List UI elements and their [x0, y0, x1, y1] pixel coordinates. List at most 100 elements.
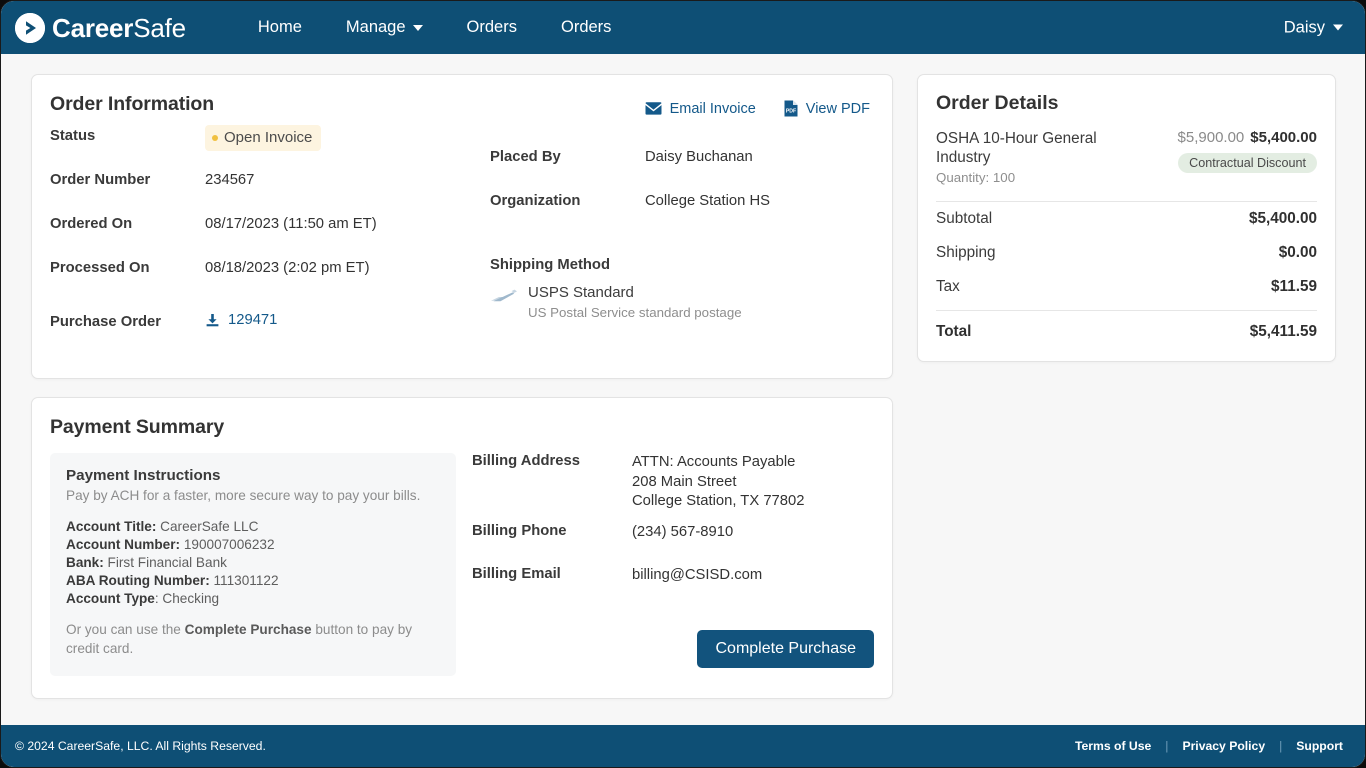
billing-information: Billing Address ATTN: Accounts Payable 2…	[456, 453, 874, 676]
payment-instructions-title: Payment Instructions	[66, 467, 440, 484]
ordered-on-label: Ordered On	[50, 214, 205, 232]
envelope-icon	[645, 102, 662, 115]
footer-link-support[interactable]: Support	[1296, 739, 1343, 753]
purchase-action-row: Complete Purchase	[472, 630, 874, 668]
purchase-order-download-link[interactable]: 129471	[205, 312, 277, 328]
bank-label: Bank:	[66, 555, 104, 570]
billing-email-value: billing@CSISD.com	[632, 566, 762, 586]
nav-label-orders-2: Orders	[561, 18, 611, 37]
billing-address-label: Billing Address	[472, 453, 632, 469]
footer-separator: |	[1165, 739, 1168, 753]
chevron-down-icon	[1333, 25, 1343, 31]
user-menu[interactable]: Daisy	[1284, 18, 1343, 37]
status-badge: Open Invoice	[205, 125, 321, 151]
order-line-item-info: OSHA 10-Hour General Industry Quantity: …	[936, 129, 1136, 185]
shipping-label: Shipping	[936, 244, 996, 262]
usps-eagle-icon	[490, 288, 518, 310]
order-number-value: 234567	[205, 170, 254, 191]
main-nav: Home Manage Orders Orders	[236, 12, 634, 43]
shipping-method-label: Shipping Method	[490, 257, 874, 273]
footer-link-privacy-policy[interactable]: Privacy Policy	[1182, 739, 1265, 753]
page-footer: © 2024 CareerSafe, LLC. All Rights Reser…	[1, 725, 1365, 767]
field-order-number: Order Number 234567	[50, 170, 490, 214]
shipping-amount: $0.00	[1279, 244, 1317, 262]
pdf-file-icon: PDF	[784, 100, 798, 117]
chevron-down-icon	[413, 25, 423, 31]
email-invoice-link[interactable]: Email Invoice	[645, 101, 756, 117]
order-line-item: OSHA 10-Hour General Industry Quantity: …	[936, 115, 1317, 202]
shipping-method-block: Shipping Method	[490, 257, 874, 320]
top-navigation-bar: CareerSafe Home Manage Orders Orders Dai…	[1, 1, 1365, 54]
logo-word-career: Career	[52, 13, 133, 43]
payment-instructions-panel: Payment Instructions Pay by ACH for a fa…	[50, 453, 456, 676]
field-purchase-order: Purchase Order 129471	[50, 312, 490, 356]
subtotal-row: Subtotal $5,400.00	[936, 202, 1317, 236]
payment-instructions-subtitle: Pay by ACH for a faster, more secure way…	[66, 487, 440, 506]
footer-link-terms-of-use[interactable]: Terms of Use	[1075, 739, 1151, 753]
field-ordered-on: Ordered On 08/17/2023 (11:50 am ET)	[50, 214, 490, 258]
shipping-method-value: USPS Standard US Postal Service standard…	[490, 284, 874, 320]
field-status: Status Open Invoice	[50, 126, 490, 170]
billing-address-value: ATTN: Accounts Payable 208 Main Street C…	[632, 453, 804, 512]
right-column: Order Details OSHA 10-Hour General Indus…	[917, 74, 1336, 362]
logo-wordmark: CareerSafe	[52, 15, 186, 41]
subtotal-label: Subtotal	[936, 210, 992, 228]
nav-item-orders-1[interactable]: Orders	[445, 12, 539, 43]
nav-item-orders-2[interactable]: Orders	[539, 12, 633, 43]
shipping-method-name: USPS Standard	[528, 284, 634, 301]
ordered-on-value: 08/17/2023 (11:50 am ET)	[205, 214, 377, 235]
view-pdf-label: View PDF	[806, 101, 870, 117]
billing-address-line-3: College Station, TX 77802	[632, 492, 804, 512]
download-icon	[205, 313, 220, 328]
contractual-discount-badge: Contractual Discount	[1178, 153, 1317, 173]
bank-value: First Financial Bank	[104, 555, 227, 570]
order-information-right-fields: Placed By Daisy Buchanan Organization Co…	[490, 126, 874, 356]
billing-address-line-2: 208 Main Street	[632, 473, 804, 493]
purchase-order-value: 129471	[228, 312, 277, 328]
bank-detail-line: Account Number: 190007006232	[66, 536, 440, 554]
bank-detail-line: Account Type: Checking	[66, 590, 440, 608]
billing-phone-label: Billing Phone	[472, 523, 632, 539]
payment-summary-card: Payment Summary Payment Instructions Pay…	[31, 397, 893, 699]
account-title-value: CareerSafe LLC	[156, 519, 258, 534]
organization-value: College Station HS	[645, 191, 770, 212]
order-information-left-fields: Status Open Invoice Order Number 234567	[50, 126, 490, 356]
nav-label-manage: Manage	[346, 18, 406, 37]
subtotal-amount: $5,400.00	[1249, 210, 1317, 228]
nav-item-home[interactable]: Home	[236, 12, 324, 43]
placed-by-label: Placed By	[490, 147, 645, 165]
document-actions: Email Invoice PDF View PDF	[645, 100, 870, 117]
billing-phone-value: (234) 567-8910	[632, 523, 733, 543]
nav-item-manage[interactable]: Manage	[324, 12, 445, 43]
app-window: CareerSafe Home Manage Orders Orders Dai…	[0, 0, 1366, 768]
order-number-label: Order Number	[50, 170, 205, 188]
placed-by-value: Daisy Buchanan	[645, 147, 753, 168]
bank-detail-line: ABA Routing Number: 111301122	[66, 572, 440, 590]
account-number-value: 190007006232	[180, 537, 275, 552]
complete-purchase-button[interactable]: Complete Purchase	[697, 630, 874, 668]
shipping-row: Shipping $0.00	[936, 236, 1317, 270]
view-pdf-link[interactable]: PDF View PDF	[784, 100, 870, 117]
account-type-label: Account Type	[66, 591, 155, 606]
account-number-label: Account Number:	[66, 537, 180, 552]
bank-account-details: Account Title: CareerSafe LLC Account Nu…	[66, 518, 440, 608]
total-amount: $5,411.59	[1250, 323, 1317, 341]
payment-instructions-footer: Or you can use the Complete Purchase but…	[66, 620, 440, 658]
nav-label-orders-1: Orders	[467, 18, 517, 37]
shipping-method-description: US Postal Service standard postage	[528, 305, 742, 320]
billing-email-label: Billing Email	[472, 566, 632, 582]
footer-text-pre: Or you can use the	[66, 622, 185, 637]
footer-links: Terms of Use | Privacy Policy | Support	[1075, 739, 1343, 753]
tax-label: Tax	[936, 278, 960, 296]
total-label: Total	[936, 323, 971, 341]
footer-separator: |	[1279, 739, 1282, 753]
status-label: Status	[50, 126, 205, 144]
careersafe-logo[interactable]: CareerSafe	[15, 13, 186, 43]
final-price: $5,400.00	[1250, 129, 1317, 146]
field-organization: Organization College Station HS	[490, 191, 874, 235]
original-price: $5,900.00	[1178, 129, 1245, 146]
email-invoice-label: Email Invoice	[670, 101, 756, 117]
order-line-item-quantity: Quantity: 100	[936, 170, 1136, 185]
account-type-value: : Checking	[155, 591, 219, 606]
field-processed-on: Processed On 08/18/2023 (2:02 pm ET)	[50, 258, 490, 302]
